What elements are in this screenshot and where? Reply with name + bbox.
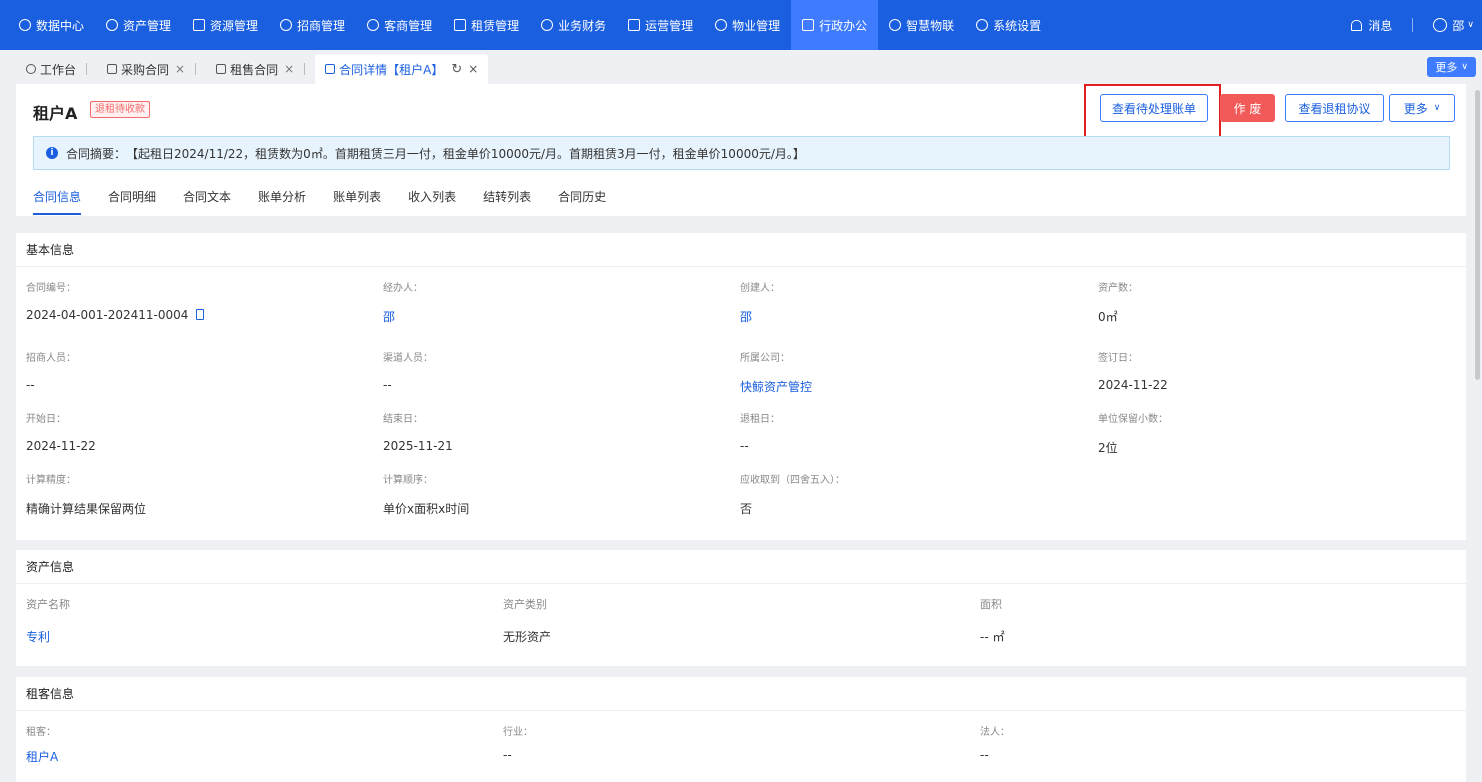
- user-avatar-icon: [1433, 18, 1448, 32]
- tab-contract-text[interactable]: 合同文本: [183, 188, 231, 215]
- property-icon: [715, 19, 728, 31]
- status-badge: 退租待收款: [90, 101, 150, 118]
- tab-contract-history[interactable]: 合同历史: [558, 188, 606, 215]
- close-icon[interactable]: ×: [175, 62, 185, 76]
- nav-divider: [1412, 18, 1414, 32]
- nav-item-property[interactable]: 物业管理: [704, 0, 791, 50]
- workbench-icon: [26, 64, 36, 74]
- nav-item-settings[interactable]: 系统设置: [965, 0, 1052, 50]
- close-icon[interactable]: ×: [284, 62, 294, 76]
- nav-item-assets[interactable]: 资产管理: [95, 0, 182, 50]
- field-tenant: 租客： 租户A: [26, 727, 59, 764]
- bell-icon: [1351, 19, 1363, 31]
- refresh-icon[interactable]: ↻: [451, 62, 462, 77]
- tab-carryover-list[interactable]: 结转列表: [483, 188, 531, 215]
- nav-right: 消息 邵 ∨: [1351, 0, 1482, 50]
- home-icon: [454, 19, 467, 31]
- nav-item-leasing[interactable]: 租赁管理: [443, 0, 530, 50]
- tab-divider: [304, 63, 306, 75]
- view-exit-agreement-button[interactable]: 查看退租协议: [1285, 94, 1384, 122]
- field-recruiter: 招商人员： --: [26, 353, 76, 392]
- users-icon: [367, 19, 380, 31]
- chevron-down-icon: ∨: [1467, 20, 1474, 30]
- tag-icon: [280, 19, 293, 31]
- info-icon: i: [46, 147, 58, 159]
- nav-item-recruitment[interactable]: 招商管理: [269, 0, 356, 50]
- tab-divider: [195, 63, 197, 75]
- detail-tabs: 合同信息 合同明细 合同文本 账单分析 账单列表 收入列表 结转列表 合同历史: [33, 188, 633, 215]
- nav-item-iot[interactable]: 智慧物联: [878, 0, 965, 50]
- document-icon: [325, 64, 336, 74]
- field-asset-name: 资产名称 专利: [26, 598, 70, 644]
- field-precision: 计算精度： 精确计算结果保留两位: [26, 475, 147, 516]
- tab-divider: [86, 63, 88, 75]
- page-title: 租户A: [33, 104, 78, 123]
- nav-item-data-center[interactable]: 数据中心: [8, 0, 95, 50]
- tab-sales-contract[interactable]: 租售合同 ×: [206, 54, 315, 84]
- field-handler: 经办人： 邵: [383, 283, 423, 324]
- user-menu[interactable]: 邵 ∨: [1433, 17, 1474, 34]
- nav-item-office[interactable]: 行政办公: [791, 0, 879, 50]
- void-button[interactable]: 作 废: [1220, 94, 1275, 122]
- tab-bill-list[interactable]: 账单列表: [333, 188, 381, 215]
- field-asset-type: 资产类别 无形资产: [503, 598, 552, 644]
- section-title: 资产信息: [16, 550, 1466, 584]
- field-legal-person: 法人： --: [980, 727, 1010, 762]
- iot-icon: [889, 19, 902, 31]
- contract-icon: [107, 64, 118, 74]
- section-title: 基本信息: [16, 233, 1466, 267]
- cube-icon: [106, 19, 119, 31]
- section-title: 租客信息: [16, 677, 1466, 711]
- copy-icon[interactable]: [196, 309, 205, 320]
- gear-icon: [976, 19, 989, 31]
- field-channel: 渠道人员： --: [383, 353, 433, 392]
- nav-item-operations[interactable]: 运营管理: [617, 0, 704, 50]
- more-actions-button[interactable]: 更多 ∨: [1389, 94, 1455, 122]
- chart-icon: [628, 19, 641, 31]
- dashboard-icon: [19, 19, 31, 31]
- tenant-info-card: 租客信息 租客： 租户A 行业： -- 法人： --: [16, 677, 1466, 782]
- field-sign-date: 签订日： 2024-11-22: [1098, 353, 1168, 392]
- close-icon[interactable]: ×: [468, 62, 478, 76]
- asset-info-card: 资产信息 资产名称 专利 资产类别 无形资产 面积 -- ㎡: [16, 550, 1466, 666]
- field-rounding: 应收取到（四舍五入）： 否: [740, 475, 845, 516]
- field-industry: 行业： --: [503, 727, 533, 762]
- tab-bill-analysis[interactable]: 账单分析: [258, 188, 306, 215]
- field-calc-order: 计算顺序： 单价x面积x时间: [383, 475, 470, 516]
- tab-contract-info[interactable]: 合同信息: [33, 188, 82, 215]
- tabs-more-button[interactable]: 更多 ∨: [1427, 57, 1476, 77]
- contract-header: 租户A 退租待收款 查看待处理账单 作 废 查看退租协议 更多 ∨ i 合同摘要：…: [16, 84, 1466, 216]
- tab-bar: 工作台 采购合同 × 租售合同 × 合同详情【租户A】 ↻ ×: [0, 50, 1482, 84]
- messages-button[interactable]: 消息: [1351, 17, 1392, 34]
- field-exit-date: 退租日： --: [740, 414, 780, 453]
- office-icon: [802, 19, 815, 31]
- tab-contract-detail[interactable]: 合同详情【租户A】 ↻ ×: [315, 54, 489, 84]
- field-end-date: 结束日： 2025-11-21: [383, 414, 453, 453]
- field-area: 面积 -- ㎡: [980, 598, 1005, 644]
- tab-workbench[interactable]: 工作台: [16, 54, 97, 84]
- nav-item-resources[interactable]: 资源管理: [182, 0, 269, 50]
- scrollbar-thumb[interactable]: [1475, 90, 1480, 380]
- contract-icon: [216, 64, 227, 74]
- chevron-down-icon: ∨: [1433, 103, 1441, 113]
- view-pending-bills-button[interactable]: 查看待处理账单: [1100, 94, 1208, 122]
- building-icon: [193, 19, 206, 31]
- field-contract-no: 合同编号： 2024-04-001-202411-0004: [26, 279, 205, 322]
- nav-item-merchants[interactable]: 客商管理: [356, 0, 443, 50]
- top-nav: 数据中心 资产管理 资源管理 招商管理 客商管理 租赁管理 业务财务 运营管理 …: [0, 0, 1482, 50]
- chevron-down-icon: ∨: [1461, 62, 1468, 72]
- field-creator: 创建人： 邵: [740, 283, 780, 324]
- finance-icon: [541, 19, 554, 31]
- field-company: 所属公司： 快鲸资产管控: [740, 353, 813, 394]
- contract-summary: i 合同摘要： 【起租日2024/11/22，租赁数为0㎡。首期租赁三月一付，租…: [33, 136, 1450, 170]
- field-start-date: 开始日： 2024-11-22: [26, 414, 96, 453]
- field-decimal-places: 单位保留小数： 2位: [1098, 414, 1168, 455]
- tab-contract-detail-items[interactable]: 合同明细: [108, 188, 156, 215]
- basic-info-card: 基本信息 合同编号： 2024-04-001-202411-0004 经办人： …: [16, 233, 1466, 540]
- field-asset-count: 资产数： 0㎡: [1098, 283, 1138, 324]
- tab-purchase-contract[interactable]: 采购合同 ×: [97, 54, 206, 84]
- nav-item-finance[interactable]: 业务财务: [530, 0, 617, 50]
- tab-income-list[interactable]: 收入列表: [408, 188, 456, 215]
